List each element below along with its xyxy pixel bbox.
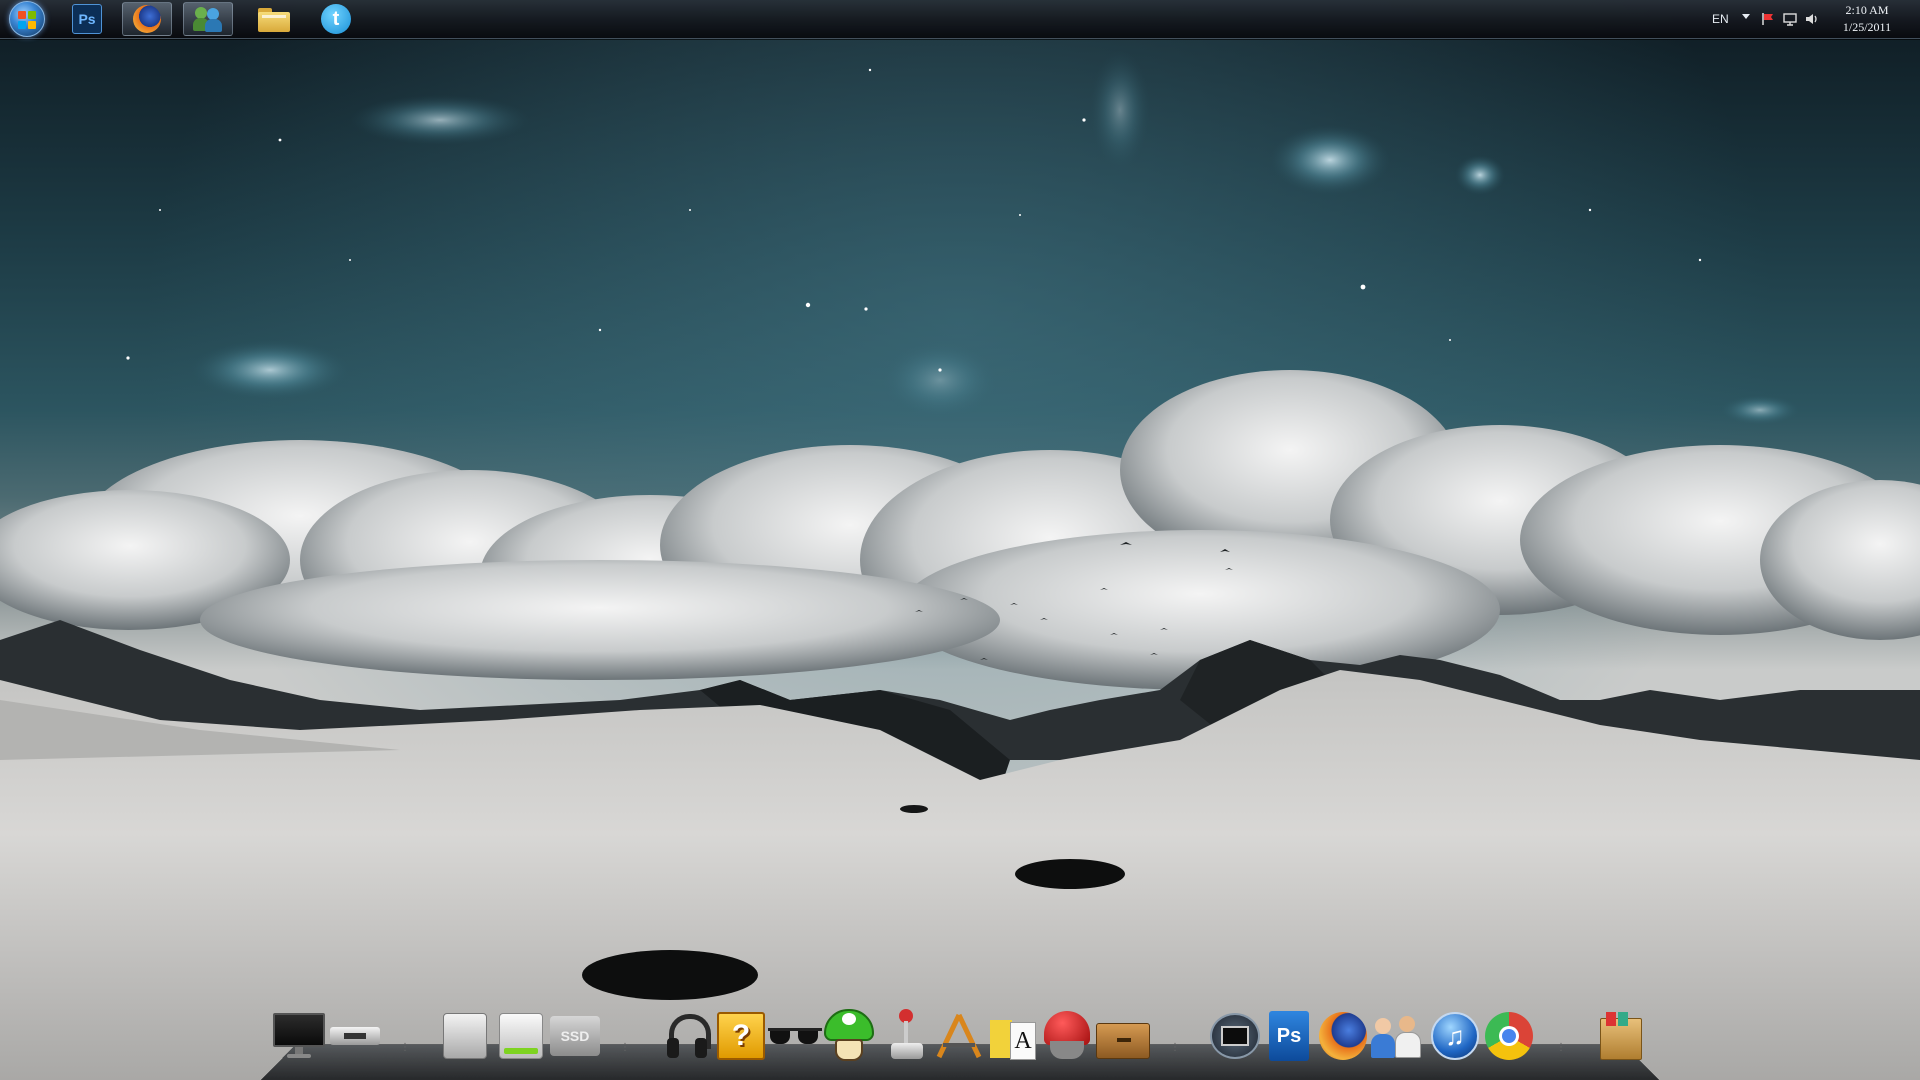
network-icon[interactable] [1782, 11, 1798, 27]
itunes-icon: ♫ [1431, 1012, 1479, 1060]
taskbar-firefox-button[interactable] [122, 2, 172, 36]
dock-item-sunglasses[interactable] [768, 1008, 822, 1064]
dock-item-headphones[interactable] [660, 1008, 714, 1064]
volume-icon[interactable] [1804, 11, 1820, 27]
dock-item-firefox[interactable] [1316, 1008, 1370, 1064]
users-icon [1371, 1012, 1423, 1060]
clock-date: 1/25/2011 [1842, 20, 1892, 34]
photoshop-icon: Ps [1269, 1011, 1309, 1061]
taskbar-photoshop-button[interactable]: Ps [62, 2, 112, 36]
green-drive-icon [499, 1013, 543, 1059]
twitter-icon: t [321, 4, 351, 34]
dock-item-drawer[interactable] [1096, 1008, 1150, 1064]
headphones-icon [665, 1012, 711, 1060]
font-book-icon: A [990, 1012, 1036, 1060]
dock-item-red-cap[interactable] [1040, 1008, 1094, 1064]
drawer-icon [1096, 1023, 1150, 1059]
system-tray: EN 2:10 AM 1/25/2011 [1680, 0, 1920, 38]
language-label: EN [1712, 12, 1729, 26]
taskbar: Ps t EN 2:10 AM 1/25/2011 [0, 0, 1920, 39]
wallpaper-scene [0, 50, 1920, 1080]
taskbar-explorer-button[interactable] [249, 2, 299, 36]
dock-item-archive-box[interactable] [1594, 1008, 1648, 1064]
twitter-icon-label: t [332, 7, 340, 30]
dock-item-screen-capture[interactable] [1208, 1008, 1262, 1064]
dock-item-joystick[interactable] [880, 1008, 934, 1064]
language-indicator[interactable]: EN [1712, 0, 1729, 38]
dock-separator: ⋮ [1170, 1042, 1180, 1053]
show-hidden-arrow-icon[interactable] [1742, 14, 1750, 19]
joystick-icon [885, 1009, 929, 1063]
ssd-label: SSD [560, 1028, 590, 1044]
chrome-icon [1485, 1012, 1533, 1060]
dock-item-mushroom[interactable] [822, 1008, 876, 1064]
start-button[interactable] [5, 1, 49, 37]
dock-separator: ⋮ [1556, 1042, 1566, 1053]
windows-logo-icon [9, 1, 45, 37]
usb-drive-icon [330, 1021, 380, 1051]
question-block-icon: ? [717, 1012, 765, 1060]
red-cap-icon [1042, 1011, 1092, 1061]
sunglasses-icon [768, 1026, 822, 1046]
archive-box-icon [1600, 1012, 1642, 1060]
dock-item-monitor[interactable] [272, 1008, 326, 1064]
clock[interactable]: 2:10 AM 1/25/2011 [1832, 2, 1902, 36]
clock-time: 2:10 AM [1845, 3, 1889, 17]
dock-item-hard-drive[interactable] [438, 1008, 492, 1064]
ssd-drive-icon: SSD [550, 1016, 600, 1056]
dock-item-usb-drive[interactable] [328, 1008, 382, 1064]
dock-item-itunes[interactable]: ♫ [1428, 1008, 1482, 1064]
action-center-flag-icon[interactable] [1760, 11, 1776, 27]
mushroom-icon [824, 1009, 874, 1063]
dock-item-users[interactable] [1370, 1008, 1424, 1064]
applications-icon [933, 1011, 985, 1061]
photoshop-icon: Ps [72, 4, 102, 34]
firefox-icon [1319, 1012, 1367, 1060]
photoshop-icon-label: Ps [78, 11, 96, 27]
dock-item-font-book[interactable]: A [986, 1008, 1040, 1064]
dock-item-question-block[interactable]: ? [714, 1008, 768, 1064]
desktop-wallpaper [0, 0, 1920, 1080]
monitor-icon [273, 1013, 325, 1059]
dock-item-chrome[interactable] [1482, 1008, 1536, 1064]
firefox-icon [133, 5, 161, 33]
photoshop-dock-label: Ps [1276, 1024, 1302, 1047]
dock-separator: ⋮ [400, 1042, 410, 1053]
taskbar-messenger-button[interactable] [183, 2, 233, 36]
taskbar-twitter-button[interactable]: t [311, 2, 361, 36]
folder-icon [258, 6, 290, 32]
screen-capture-icon [1210, 1013, 1260, 1059]
dock-item-applications[interactable] [932, 1008, 986, 1064]
messenger-icon [193, 5, 223, 33]
dock-item-ssd-drive[interactable]: SSD [548, 1008, 602, 1064]
dock-separator: ⋮ [620, 1042, 630, 1053]
dock-item-green-drive[interactable] [494, 1008, 548, 1064]
hard-drive-icon [443, 1013, 487, 1059]
dock-item-photoshop[interactable]: Ps [1262, 1008, 1316, 1064]
